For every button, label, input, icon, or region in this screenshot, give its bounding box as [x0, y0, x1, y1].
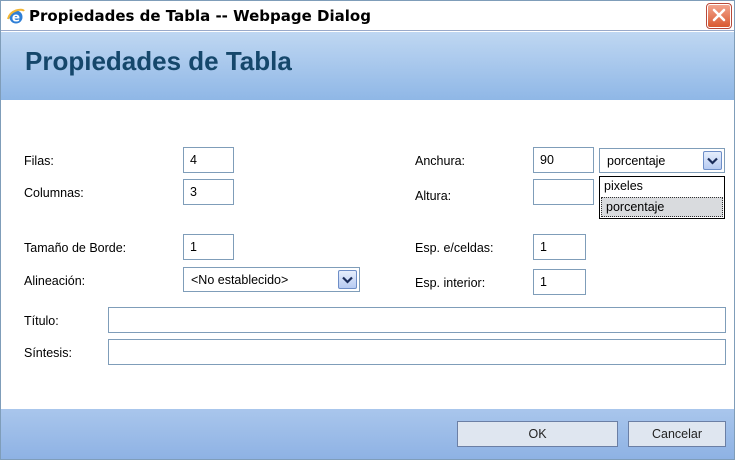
spacing-input[interactable]: 1	[533, 234, 586, 260]
page-title: Propiedades de Tabla	[25, 46, 292, 76]
cols-input[interactable]: 3	[183, 179, 234, 205]
width-unit-dropdown-list: pixeles porcentaje	[599, 176, 725, 219]
padding-label: Esp. interior:	[415, 276, 486, 290]
border-label: Tamaño de Borde:	[24, 241, 127, 255]
title-input[interactable]	[108, 307, 726, 333]
rows-label: Filas:	[24, 154, 54, 168]
dialog-footer: OK Cancelar	[1, 409, 734, 459]
border-input[interactable]: 1	[183, 234, 234, 260]
dropdown-option-pixeles[interactable]: pixeles	[600, 177, 724, 197]
align-selected: <No establecido>	[191, 272, 289, 287]
close-icon	[712, 8, 726, 25]
padding-input[interactable]: 1	[533, 269, 586, 295]
dropdown-arrow-button[interactable]	[703, 151, 722, 170]
cancel-button[interactable]: Cancelar	[628, 421, 726, 447]
dialog-window: e Propiedades de Tabla -- Webpage Dialog…	[0, 0, 735, 460]
header-band: Propiedades de Tabla	[1, 32, 734, 100]
dropdown-option-porcentaje[interactable]: porcentaje	[601, 197, 723, 217]
rows-input[interactable]: 4	[183, 147, 234, 173]
height-label: Altura:	[415, 189, 452, 203]
spacing-label: Esp. e/celdas:	[415, 241, 494, 255]
width-input[interactable]: 90	[533, 147, 594, 173]
ie-icon: e	[7, 7, 25, 25]
chevron-down-icon	[707, 154, 718, 168]
ok-button[interactable]: OK	[457, 421, 618, 447]
summary-input[interactable]	[108, 339, 726, 365]
summary-label: Síntesis:	[24, 346, 72, 360]
dropdown-arrow-button[interactable]	[338, 270, 357, 289]
width-unit-selected: porcentaje	[607, 153, 666, 168]
width-label: Anchura:	[415, 154, 466, 168]
chevron-down-icon	[342, 273, 353, 287]
title-label: Título:	[24, 314, 59, 328]
title-bar[interactable]: e Propiedades de Tabla -- Webpage Dialog	[1, 1, 734, 31]
window-title: Propiedades de Tabla -- Webpage Dialog	[29, 7, 371, 25]
cols-label: Columnas:	[24, 186, 84, 200]
align-select[interactable]: <No establecido>	[183, 267, 360, 292]
close-button[interactable]	[706, 3, 732, 29]
width-unit-select[interactable]: porcentaje	[599, 148, 725, 173]
height-input[interactable]	[533, 179, 594, 205]
align-label: Alineación:	[24, 274, 86, 288]
